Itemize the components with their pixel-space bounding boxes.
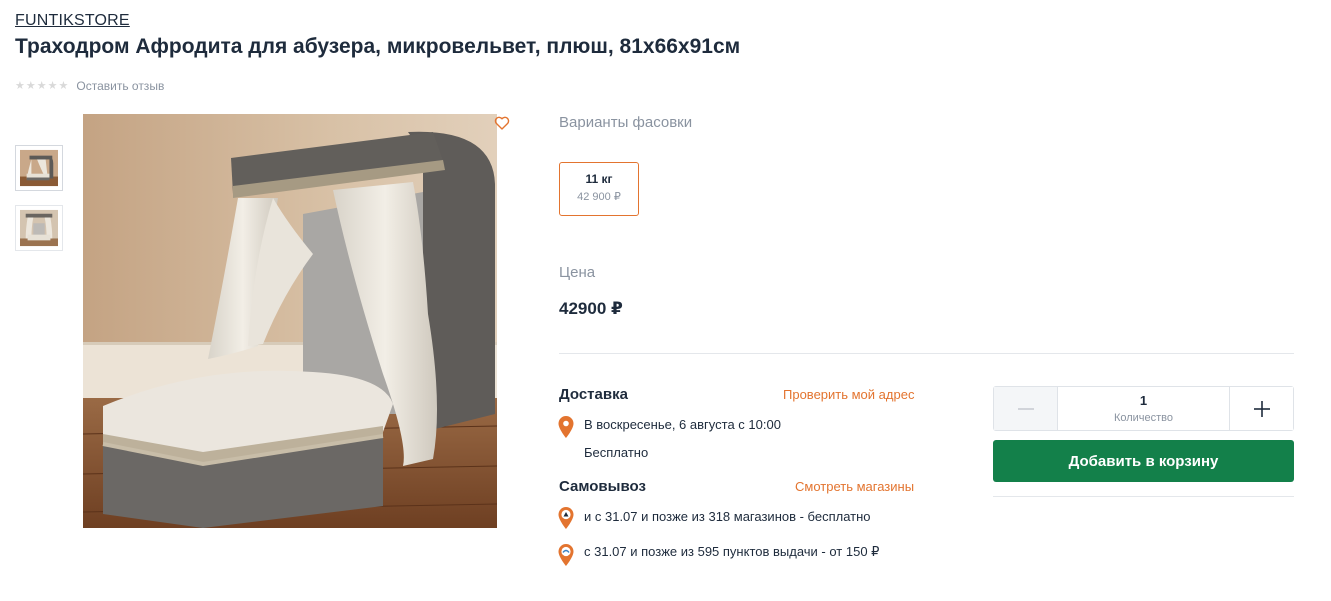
increase-quantity-button[interactable] [1229, 387, 1293, 430]
star-icon[interactable]: ★ [59, 80, 69, 92]
rating: ★ ★ ★ ★ ★ Оставить отзыв [15, 79, 164, 93]
location-pin-icon [558, 416, 574, 438]
price-value: 42900 ₽ [559, 299, 623, 318]
product-main-image[interactable] [83, 114, 497, 528]
star-icon[interactable]: ★ [15, 80, 25, 92]
divider [559, 353, 1294, 354]
rating-stars[interactable]: ★ ★ ★ ★ ★ [15, 80, 69, 92]
quantity-label: Количество [1113, 412, 1174, 424]
packing-label: Варианты фасовки [559, 114, 693, 131]
price-label: Цена [559, 264, 596, 281]
store-name-link[interactable]: FUNTIKSTORE [15, 12, 130, 30]
product-thumbnail-image [20, 149, 58, 187]
delivery-title: Доставка [559, 386, 628, 403]
product-title: Траходром Афродита для абузера, микровел… [15, 35, 741, 58]
pickup-title: Самовывоз [559, 478, 646, 495]
delivery-cost: Бесплатно [584, 445, 649, 460]
thumbnail-list [15, 145, 63, 251]
quantity-value: 1 [1139, 393, 1148, 408]
plus-icon [1253, 400, 1270, 417]
gallery-thumbnail-2[interactable] [15, 205, 63, 251]
packing-price: 42 900 ₽ [577, 191, 621, 203]
delivery-date: В воскресенье, 6 августа с 10:00 [584, 417, 781, 432]
pickup-points-info: с 31.07 и позже из 595 пунктов выдачи - … [584, 544, 880, 559]
leave-review-link[interactable]: Оставить отзыв [76, 79, 164, 93]
star-icon[interactable]: ★ [48, 80, 58, 92]
gallery-thumbnail-1[interactable] [15, 145, 63, 191]
add-to-cart-button[interactable]: Добавить в корзину [993, 440, 1294, 482]
quantity-stepper: 1 Количество [993, 386, 1294, 431]
packing-weight: 11 кг [585, 172, 613, 186]
pickup-point-pin-icon [558, 544, 574, 566]
pickup-stores-info: и с 31.07 и позже из 318 магазинов - бес… [584, 509, 871, 524]
star-icon[interactable]: ★ [26, 80, 36, 92]
heart-icon[interactable] [494, 115, 510, 131]
star-icon[interactable]: ★ [37, 80, 47, 92]
store-pin-icon [558, 507, 574, 529]
product-thumbnail-image [20, 209, 58, 247]
view-stores-link[interactable]: Смотреть магазины [795, 479, 914, 494]
check-address-link[interactable]: Проверить мой адрес [783, 387, 914, 402]
packing-option-11kg[interactable]: 11 кг 42 900 ₽ [559, 162, 639, 216]
divider [993, 496, 1294, 497]
decrease-quantity-button[interactable] [994, 387, 1058, 430]
product-photo [83, 114, 497, 528]
minus-icon [1017, 407, 1034, 410]
quantity-display[interactable]: 1 Количество [1058, 387, 1229, 430]
